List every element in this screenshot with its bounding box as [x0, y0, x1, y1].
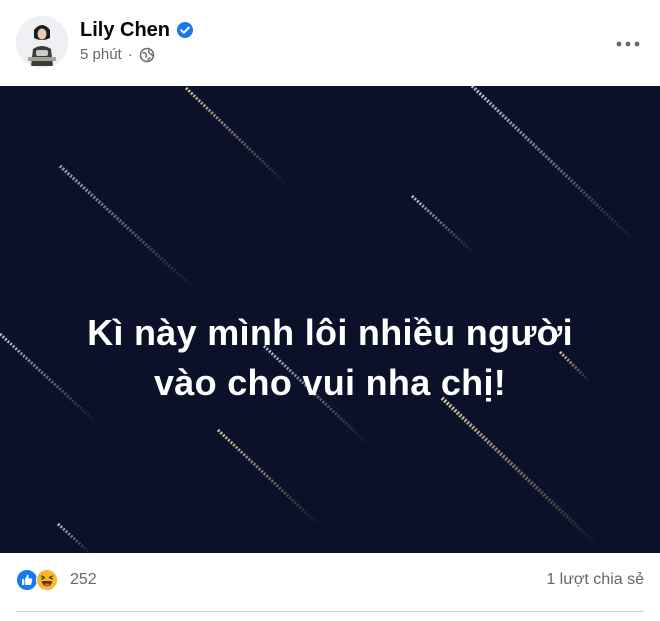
more-horizontal-icon [616, 41, 640, 47]
post-text-line-1: Kì này mình lôi nhiều người [87, 312, 573, 353]
like-icon [16, 569, 38, 591]
author-avatar[interactable] [16, 16, 68, 68]
share-count-link[interactable]: 1 lượt chia sẻ [546, 571, 644, 589]
post-footer: 252 1 lượt chia sẻ [0, 553, 660, 621]
reaction-count: 252 [70, 571, 97, 588]
post-text: Kì này mình lôi nhiều người vào cho vui … [0, 308, 660, 408]
more-options-button[interactable] [610, 26, 646, 62]
verified-badge-icon [176, 21, 194, 39]
footer-divider [16, 611, 644, 612]
post-media-text-background[interactable]: Kì này mình lôi nhiều người vào cho vui … [0, 86, 660, 553]
facebook-post: Lily Chen 5 phút · Kì này mình lôi nhiều… [0, 0, 660, 621]
globe-icon[interactable] [139, 47, 155, 63]
haha-icon [36, 569, 58, 591]
avatar-image [16, 16, 68, 68]
author-name[interactable]: Lily Chen [80, 18, 170, 42]
author-name-row: Lily Chen [80, 18, 194, 42]
reactions-summary[interactable]: 252 [16, 569, 97, 591]
post-header: Lily Chen 5 phút · [0, 0, 660, 86]
meta-separator: · [127, 46, 133, 63]
post-text-line-2: vào cho vui nha chị! [153, 362, 507, 403]
post-meta: 5 phút · [80, 46, 155, 63]
post-timestamp[interactable]: 5 phút [80, 46, 122, 63]
